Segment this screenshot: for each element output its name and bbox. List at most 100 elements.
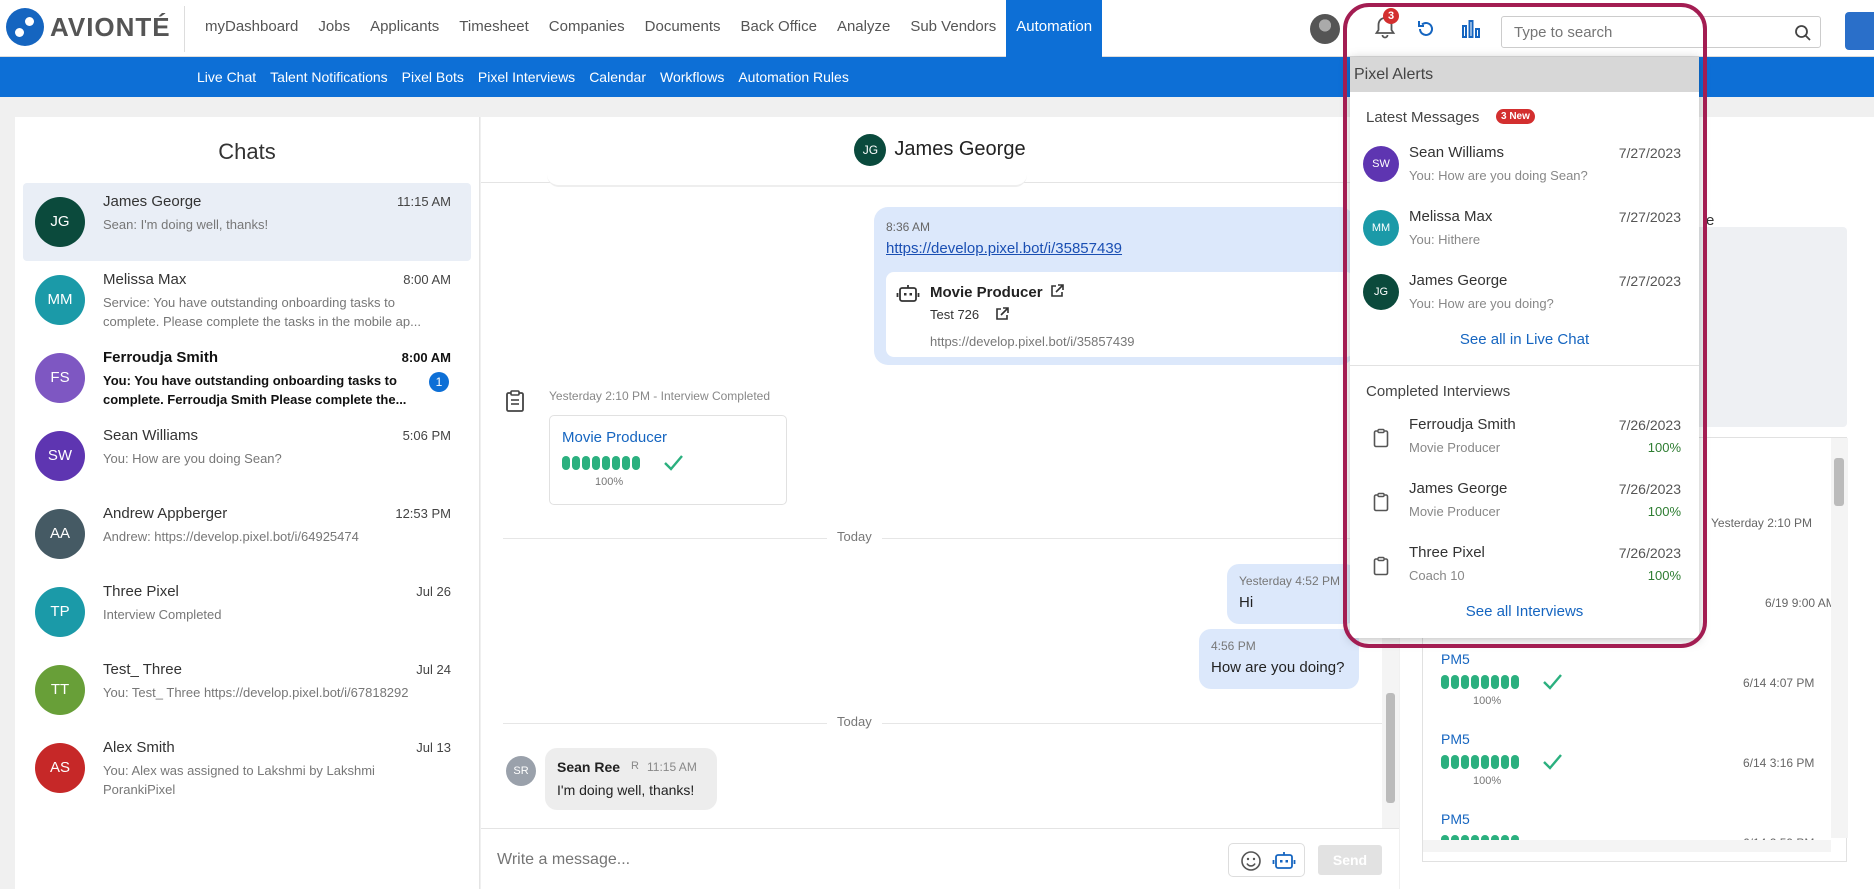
- nav-item-analyze[interactable]: Analyze: [827, 0, 900, 57]
- top-bar: AVIONTÉ myDashboard Jobs Applicants Time…: [0, 0, 1874, 57]
- chat-item-alex-smith[interactable]: AS Alex Smith Jul 13 You: Alex was assig…: [23, 729, 471, 807]
- history-entry[interactable]: PM5: [1441, 651, 1470, 667]
- entry-title[interactable]: PM5: [1441, 731, 1470, 747]
- interview-role: Coach 10: [1409, 568, 1465, 583]
- alert-interview-ferroudja-smith[interactable]: Ferroudja Smith 7/26/2023 Movie Producer…: [1350, 406, 1699, 468]
- entry-title[interactable]: PM5: [1441, 651, 1470, 667]
- alert-interview-three-pixel[interactable]: Three Pixel 7/26/2023 Coach 10 100%: [1350, 534, 1699, 596]
- entry-title[interactable]: PM5: [1441, 811, 1470, 827]
- emoji-icon[interactable]: [1240, 850, 1262, 872]
- chat-name: Sean Williams: [103, 427, 199, 444]
- progress-segment: [1441, 675, 1449, 689]
- search-input[interactable]: [1502, 17, 1782, 47]
- panel-heading-fragment: e: [1706, 212, 1715, 229]
- alert-message-sean-williams[interactable]: SW Sean Williams 7/27/2023 You: How are …: [1350, 134, 1699, 196]
- progress-segment: [1471, 755, 1479, 769]
- chat-item-melissa-max[interactable]: MM Melissa Max 8:00 AM Service: You have…: [23, 261, 471, 339]
- nav-item-companies[interactable]: Companies: [539, 0, 635, 57]
- check-icon: [1543, 754, 1562, 770]
- subnav-pixel-interviews[interactable]: Pixel Interviews: [471, 57, 582, 97]
- avatar: TT: [35, 665, 85, 715]
- chat-item-sean-williams[interactable]: SW Sean Williams 5:06 PM You: How are yo…: [23, 417, 471, 495]
- scrollbar-thumb[interactable]: [1834, 458, 1844, 506]
- message-link[interactable]: https://develop.pixel.bot/i/35857439: [886, 240, 1122, 257]
- alert-text: You: How are you doing?: [1409, 296, 1554, 311]
- nav-item-automation[interactable]: Automation: [1006, 0, 1103, 57]
- history-scrollbar[interactable]: [1831, 438, 1848, 838]
- see-all-interviews-link[interactable]: See all Interviews: [1350, 603, 1699, 620]
- chat-time: 5:06 PM: [402, 428, 451, 443]
- composer-tools: [1228, 843, 1305, 877]
- avionte-logo[interactable]: AVIONTÉ: [6, 8, 171, 46]
- subnav-pixel-bots[interactable]: Pixel Bots: [395, 57, 471, 97]
- send-button[interactable]: Send: [1318, 845, 1382, 875]
- profile-menu-icon[interactable]: [1845, 12, 1874, 50]
- alert-text: You: How are you doing Sean?: [1409, 168, 1588, 183]
- interview-score: 100%: [1647, 568, 1681, 583]
- subnav-talent-notifications[interactable]: Talent Notifications: [263, 57, 395, 97]
- chat-name: Three Pixel: [103, 583, 179, 600]
- chat-time: Jul 13: [416, 740, 451, 755]
- alert-message-melissa-max[interactable]: MM Melissa Max 7/27/2023 You: Hithere: [1350, 198, 1699, 260]
- message-composer: Send: [481, 828, 1399, 889]
- bot-icon[interactable]: [1272, 850, 1296, 872]
- chat-preview: Sean: I'm doing well, thanks!: [103, 217, 269, 232]
- nav-item-documents[interactable]: Documents: [635, 0, 731, 57]
- see-all-live-chat-link[interactable]: See all in Live Chat: [1350, 331, 1699, 348]
- interview-result-card[interactable]: Movie Producer 100%: [549, 415, 787, 505]
- progress-segment: [612, 456, 620, 470]
- unread-count-badge: 1: [429, 372, 449, 392]
- refresh-icon[interactable]: [1415, 18, 1437, 40]
- conversation-panel: JG James George 8:36 AM https://develop.…: [481, 117, 1399, 889]
- analytics-icon[interactable]: [1460, 18, 1482, 40]
- message-input[interactable]: [497, 845, 1077, 875]
- chat-item-andrew-appberger[interactable]: AA Andrew Appberger 12:53 PM Andrew: htt…: [23, 495, 471, 573]
- alert-interview-james-george[interactable]: James George 7/26/2023 Movie Producer 10…: [1350, 470, 1699, 532]
- chat-time: Jul 26: [416, 584, 451, 599]
- subnav-live-chat[interactable]: Live Chat: [190, 57, 263, 97]
- history-entry[interactable]: PM5: [1441, 811, 1470, 827]
- subnav-calendar[interactable]: Calendar: [582, 57, 653, 97]
- nav-item-jobs[interactable]: Jobs: [308, 0, 360, 57]
- incoming-message: Sean Ree R 11:15 AM I'm doing well, than…: [545, 748, 717, 810]
- progress-bar: [562, 456, 640, 470]
- chat-item-test-three[interactable]: TT Test_ Three Jul 24 You: Test_ Three h…: [23, 651, 471, 729]
- alert-name: Three Pixel: [1409, 544, 1485, 561]
- check-icon: [1543, 674, 1562, 690]
- nav-item-mydashboard[interactable]: myDashboard: [195, 0, 308, 57]
- chat-item-three-pixel[interactable]: TP Three Pixel Jul 26 Interview Complete…: [23, 573, 471, 651]
- chat-name: Test_ Three: [103, 661, 182, 678]
- chat-name: Alex Smith: [103, 739, 175, 756]
- scrollbar-thumb[interactable]: [1386, 693, 1395, 803]
- external-link-icon[interactable]: [1049, 283, 1065, 299]
- interview-title[interactable]: Movie Producer: [562, 429, 667, 446]
- alert-message-james-george[interactable]: JG James George 7/27/2023 You: How are y…: [1350, 262, 1699, 324]
- message-time: Yesterday 4:52 PM: [1239, 574, 1340, 588]
- progress-segment: [1471, 675, 1479, 689]
- chats-panel: Chats JG James George 11:15 AM Sean: I'm…: [15, 117, 480, 889]
- nav-item-back-office[interactable]: Back Office: [731, 0, 827, 57]
- new-count-badge: 3 New: [1496, 109, 1535, 124]
- subnav-workflows[interactable]: Workflows: [653, 57, 731, 97]
- progress-segment: [1481, 755, 1489, 769]
- subnav-automation-rules[interactable]: Automation Rules: [731, 57, 856, 97]
- pixel-alerts-dropdown: Pixel Alerts Latest Messages 3 New SW Se…: [1350, 57, 1699, 638]
- chat-preview: Andrew: https://develop.pixel.bot/i/6492…: [103, 529, 359, 544]
- chat-time: Jul 24: [416, 662, 451, 677]
- notifications-button[interactable]: 3: [1367, 8, 1403, 46]
- nav-item-timesheet[interactable]: Timesheet: [449, 0, 538, 57]
- chat-item-ferroudja-smith[interactable]: FS Ferroudja Smith 8:00 AM You: You have…: [23, 339, 471, 417]
- outgoing-message: 4:56 PM How are you doing?: [1199, 629, 1359, 689]
- history-entry[interactable]: PM5: [1441, 731, 1470, 747]
- nav-item-sub-vendors[interactable]: Sub Vendors: [900, 0, 1006, 57]
- avatar: MM: [1363, 210, 1399, 246]
- progress-segment: [632, 456, 640, 470]
- external-link-icon[interactable]: [994, 306, 1010, 322]
- history-horizontal-scrollbar[interactable]: [1423, 840, 1831, 852]
- user-avatar[interactable]: [1310, 14, 1340, 44]
- avatar: AS: [35, 743, 85, 793]
- search-icon[interactable]: [1794, 24, 1812, 42]
- bot-link-card[interactable]: Movie Producer Test 726 https://develop.…: [886, 272, 1354, 357]
- chat-item-james-george[interactable]: JG James George 11:15 AM Sean: I'm doing…: [23, 183, 471, 261]
- nav-item-applicants[interactable]: Applicants: [360, 0, 449, 57]
